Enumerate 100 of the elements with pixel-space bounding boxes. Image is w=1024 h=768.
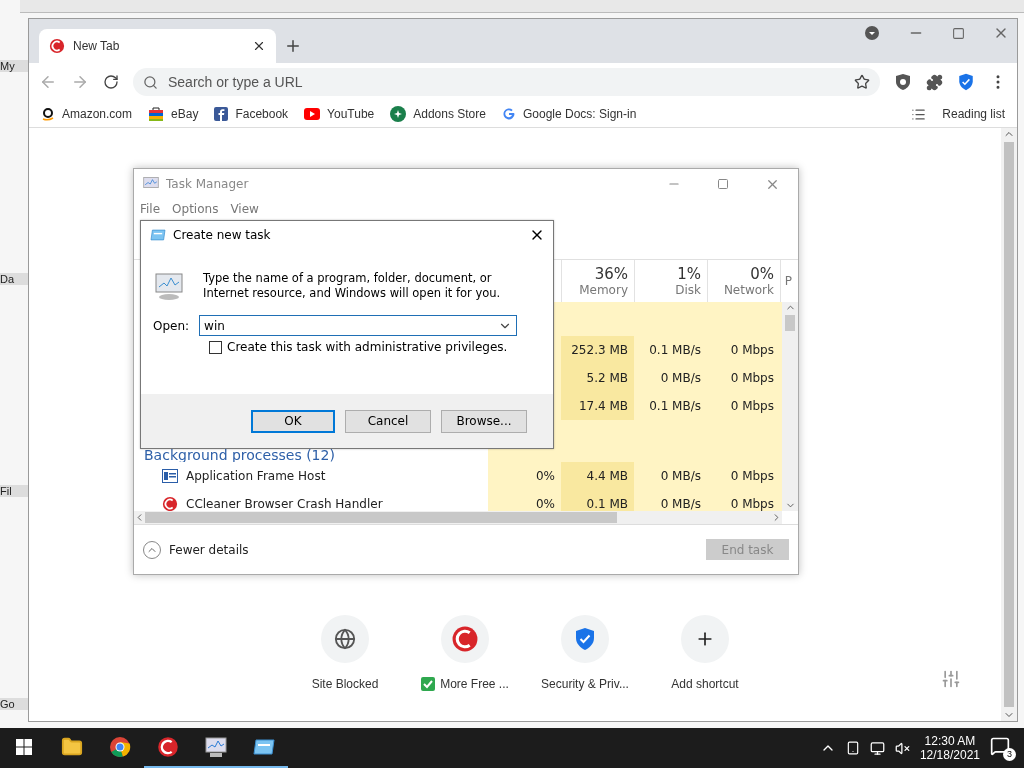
clock[interactable]: 12:30 AM 12/18/2021 [919,734,980,762]
bookmark[interactable]: Google Docs: Sign-in [501,107,637,121]
shopping-bag-icon [148,106,165,122]
scroll-thumb[interactable] [145,512,617,523]
table-cell: 0 Mbps [730,399,774,413]
table-cell: 0 MB/s [660,469,701,483]
table-cell: 0 Mbps [730,469,774,483]
run-dialog-icon[interactable] [252,737,276,757]
menu-item[interactable]: Options [172,202,219,216]
scroll-thumb[interactable] [785,315,795,331]
horizontal-scrollbar[interactable] [134,511,782,524]
desktop-icon-label[interactable]: My [0,60,28,72]
customize-icon[interactable] [941,669,961,689]
process-name[interactable]: Application Frame Host [186,469,326,483]
group-header[interactable]: Background processes (12) [134,448,335,462]
window-icon [162,469,178,483]
ccleaner-icon [49,38,65,54]
close-icon[interactable] [252,39,266,53]
table-cell: 0 MB/s [660,371,701,385]
bookmark[interactable]: Facebook [214,107,289,121]
table-cell: 252.3 MB [571,343,628,357]
dialog-title: Create new task [173,228,271,242]
bookmark[interactable]: Addons Store [390,106,486,122]
windows-start-icon[interactable] [16,739,32,755]
checkbox-label: Create this task with administrative privileges. [227,340,508,354]
star-icon[interactable] [854,74,870,90]
desktop-icon-label[interactable]: Fil [0,485,28,498]
table-cell: 0.1 MB/s [649,399,701,413]
table-cell: 0.1 MB [586,497,628,511]
bookmark[interactable]: YouTube [304,107,375,121]
process-name[interactable]: CCleaner Browser Crash Handler [186,497,383,511]
shortcut-label[interactable]: Security & Priv... [541,677,629,691]
open-field[interactable]: win [199,315,518,336]
dialog-button[interactable]: Browse... [441,409,527,433]
vertical-scrollbar[interactable] [782,302,798,511]
search-icon [143,74,158,90]
chrome-icon[interactable] [109,736,131,758]
tablet-icon[interactable] [845,741,860,755]
desktop-icon-label[interactable]: Da [0,272,28,285]
forward-icon[interactable] [71,73,89,91]
google-icon [501,107,516,121]
run-dialog-icon [149,228,167,242]
ccleaner-icon [451,625,479,653]
youtube-icon [304,108,321,120]
shield-icon[interactable] [894,73,912,91]
new-tab-icon[interactable] [284,37,302,55]
back-icon[interactable] [39,73,57,91]
fewer-details-link[interactable]: Fewer details [169,542,249,557]
table-cell: 0 Mbps [730,497,774,511]
table-cell: 5.2 MB [586,371,628,385]
bookmark[interactable]: Amazon.com [41,107,133,121]
table-cell: 0 MB/s [660,497,701,511]
tab-search-icon[interactable] [864,25,880,41]
extensions-icon[interactable] [926,73,943,91]
browser-tab[interactable]: New Tab [39,29,276,63]
folder-icon[interactable] [61,736,83,758]
check-icon [421,677,436,691]
volume-muted-icon[interactable] [894,740,910,756]
table-cell: 0% [535,497,555,511]
menu-item[interactable]: View [230,202,259,216]
checkbox[interactable] [209,340,222,354]
table-cell: 17.4 MB [578,399,628,413]
open-label: Open: [153,318,190,333]
window-title: Task Manager [166,177,249,191]
shortcut-tile[interactable] [321,615,369,663]
scroll-thumb[interactable] [1004,142,1014,707]
ccleaner-icon [157,736,179,758]
globe-icon [334,628,356,650]
amazon-icon [41,107,55,121]
shortcut-label[interactable]: More Free ... [440,677,509,691]
shortcut-tile[interactable] [561,615,609,663]
maximize-icon[interactable] [717,178,729,190]
shortcut-tile[interactable] [681,615,729,663]
table-cell: 0% [535,469,555,483]
shortcut-label[interactable]: Site Blocked [311,677,379,691]
instruction-text: Type the name of a program, folder, document, or Internet resource, and Windows will open it for you. [203,271,502,301]
reading-list-icon[interactable] [911,106,927,122]
addons-icon [390,106,407,122]
desktop-icon-label[interactable]: Go [0,697,28,710]
table-cell: 4.4 MB [586,469,628,483]
table-cell: 0.1 MB/s [649,343,701,357]
shortcut-tile[interactable] [441,615,489,663]
facebook-icon [214,107,229,121]
reload-icon[interactable] [103,74,119,90]
computer-icon [153,271,185,301]
scrollbar[interactable] [1001,128,1017,721]
table-cell: 0 Mbps [730,343,774,357]
shortcut-label[interactable]: Add shortcut [671,677,739,691]
menu-item[interactable]: File [140,202,161,216]
address-bar[interactable]: Search or type a URL [133,68,880,96]
bookmark[interactable]: eBay [148,106,199,122]
reading-list-link[interactable]: Reading list [942,107,1005,121]
network-icon[interactable] [869,740,885,756]
dialog-button[interactable]: Cancel [345,409,431,433]
shield-check-icon[interactable] [957,73,975,91]
task-manager-icon[interactable] [204,736,228,758]
maximize-icon[interactable] [952,26,965,40]
table-cell: 0 Mbps [730,371,774,385]
shield-check-icon [574,627,596,651]
dialog-button[interactable]: OK [251,409,335,433]
